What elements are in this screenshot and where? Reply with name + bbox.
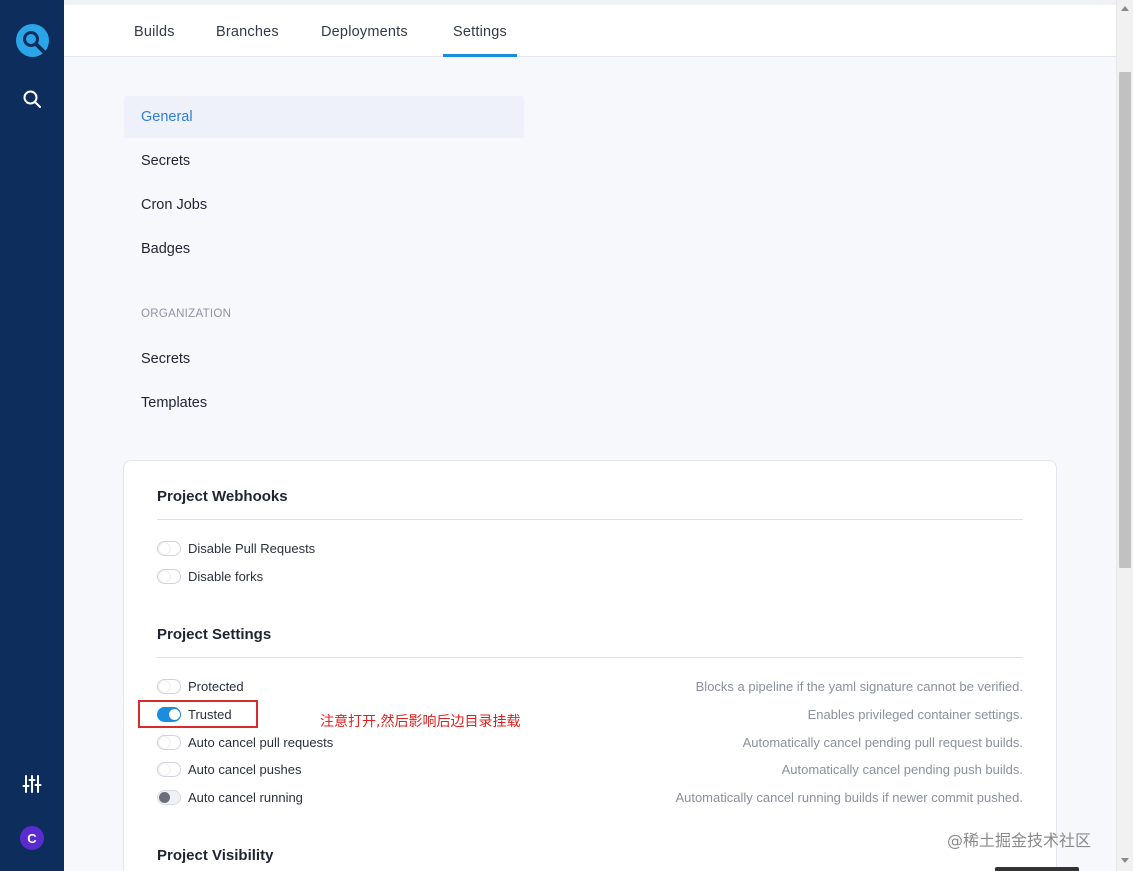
option-protected[interactable]: Protected Blocks a pipeline if the yaml … bbox=[157, 676, 1023, 696]
project-webhooks-title: Project Webhooks bbox=[157, 488, 288, 505]
scroll-up-arrow-icon[interactable] bbox=[1121, 6, 1129, 11]
option-description: Automatically cancel running builds if n… bbox=[675, 790, 1023, 805]
settings-nav-general[interactable]: General bbox=[124, 96, 524, 138]
option-description: Automatically cancel pending pull reques… bbox=[742, 735, 1023, 750]
scrollbar-thumb[interactable] bbox=[1119, 72, 1131, 568]
toggle-switch[interactable] bbox=[157, 679, 181, 694]
search-icon[interactable] bbox=[22, 89, 42, 109]
option-description: Enables privileged container settings. bbox=[807, 707, 1023, 722]
toggle-switch[interactable] bbox=[157, 735, 181, 750]
bottom-handle bbox=[995, 867, 1079, 871]
option-auto-cancel-pull-requests[interactable]: Auto cancel pull requests Automatically … bbox=[157, 732, 1023, 752]
option-label: Protected bbox=[188, 679, 244, 694]
divider bbox=[157, 519, 1023, 520]
option-disable-pull-requests[interactable]: Disable Pull Requests bbox=[157, 538, 1023, 558]
option-auto-cancel-running[interactable]: Auto cancel running Automatically cancel… bbox=[157, 787, 1023, 807]
tab-settings[interactable]: Settings bbox=[443, 24, 517, 57]
project-settings-title: Project Settings bbox=[157, 626, 272, 643]
page-scrollbar[interactable] bbox=[1116, 0, 1133, 871]
tab-builds[interactable]: Builds bbox=[134, 24, 175, 40]
option-description: Blocks a pipeline if the yaml signature … bbox=[695, 679, 1023, 694]
watermark: @稀土掘金技术社区 bbox=[947, 831, 1092, 850]
organization-heading: ORGANIZATION bbox=[141, 308, 232, 320]
toggle-switch[interactable] bbox=[157, 541, 181, 556]
settings-nav-cron-jobs[interactable]: Cron Jobs bbox=[124, 184, 524, 226]
option-label: Disable Pull Requests bbox=[188, 541, 316, 556]
user-avatar[interactable]: C bbox=[20, 826, 44, 850]
settings-card bbox=[123, 460, 1057, 871]
app-sidebar: C bbox=[0, 0, 64, 871]
settings-nav-org-secrets[interactable]: Secrets bbox=[124, 338, 524, 380]
toggle-switch[interactable] bbox=[157, 762, 181, 777]
option-label: Auto cancel pushes bbox=[188, 762, 302, 777]
settings-nav-secrets[interactable]: Secrets bbox=[124, 140, 524, 182]
sliders-icon[interactable] bbox=[22, 774, 42, 794]
option-label: Auto cancel running bbox=[188, 790, 303, 805]
divider bbox=[157, 657, 1023, 658]
option-auto-cancel-pushes[interactable]: Auto cancel pushes Automatically cancel … bbox=[157, 759, 1023, 779]
tab-branches[interactable]: Branches bbox=[216, 24, 279, 40]
annotation-note: 注意打开,然后影响后边目录挂载 bbox=[320, 714, 521, 730]
option-disable-forks[interactable]: Disable forks bbox=[157, 566, 1023, 586]
toggle-switch[interactable] bbox=[157, 790, 181, 805]
top-tab-bar: Builds Branches Deployments Settings bbox=[64, 0, 1116, 57]
option-label: Disable forks bbox=[188, 569, 264, 584]
tab-deployments[interactable]: Deployments bbox=[321, 24, 408, 40]
settings-nav-org-templates[interactable]: Templates bbox=[124, 382, 524, 424]
option-trusted[interactable]: Trusted Enables privileged container set… bbox=[157, 704, 1023, 724]
scroll-down-arrow-icon[interactable] bbox=[1121, 858, 1129, 863]
option-label: Auto cancel pull requests bbox=[188, 735, 334, 750]
drone-logo-icon[interactable] bbox=[16, 24, 49, 57]
project-visibility-title: Project Visibility bbox=[157, 847, 274, 864]
annotation-highlight-box bbox=[138, 700, 258, 728]
settings-nav-badges[interactable]: Badges bbox=[124, 228, 524, 270]
option-description: Automatically cancel pending push builds… bbox=[781, 762, 1023, 777]
toggle-switch[interactable] bbox=[157, 569, 181, 584]
